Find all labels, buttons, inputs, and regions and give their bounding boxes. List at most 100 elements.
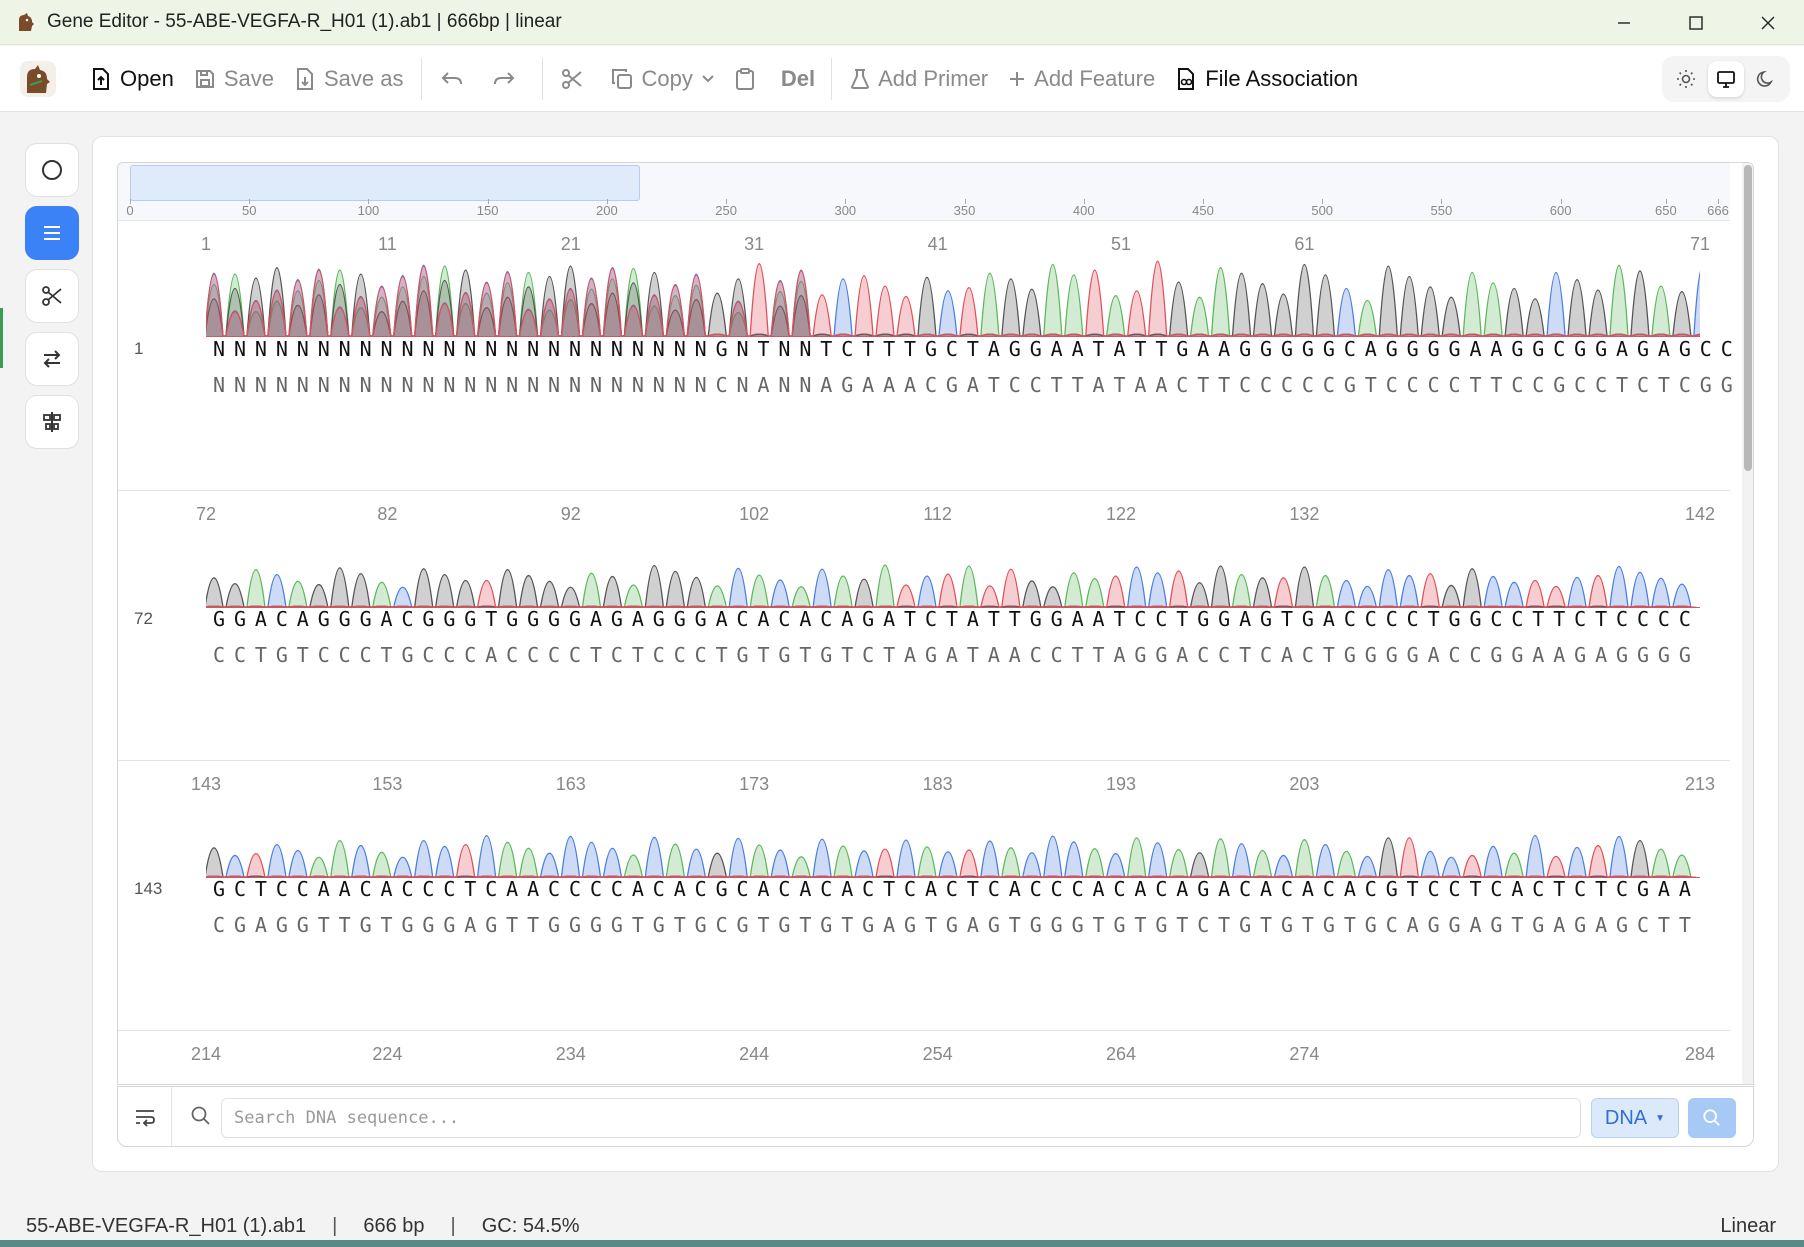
position-label: 234 <box>555 1044 586 1064</box>
close-icon <box>1761 16 1775 29</box>
position-label: 173 <box>739 774 770 794</box>
sequence-row[interactable]: 214 224 234 244 254 264 274 284 <box>118 1031 1730 1084</box>
position-label: 61 <box>1294 234 1315 254</box>
overview-tick-mark <box>1718 199 1719 204</box>
overview-tick-mark <box>1083 199 1085 204</box>
title-bar: Gene Editor - 55-ABE-VEGFA-R_H01 (1).ab1… <box>0 0 1804 45</box>
wrap-toggle-button[interactable] <box>118 1087 172 1146</box>
delete-button[interactable]: Del <box>773 66 823 92</box>
overview-viewport-window[interactable] <box>130 165 640 201</box>
undo-button[interactable] <box>430 57 482 101</box>
overview-tick-label: 250 <box>715 203 737 218</box>
position-label: 41 <box>927 234 948 254</box>
alignment-view-button[interactable] <box>25 332 79 386</box>
clipboard-icon <box>735 67 754 90</box>
taskbar-strip <box>0 1240 1804 1247</box>
app-logo-icon <box>19 13 34 31</box>
overview-tick-mark <box>1560 199 1562 204</box>
cut-button[interactable] <box>551 57 601 101</box>
close-button[interactable] <box>1732 0 1804 45</box>
sequence-type-label: DNA <box>1604 1106 1648 1129</box>
maximize-button[interactable] <box>1660 0 1732 45</box>
arrows-swap-icon <box>43 350 61 368</box>
position-label: 92 <box>560 504 581 524</box>
text-wrap-icon <box>135 1109 155 1127</box>
add-primer-button[interactable]: Add Primer <box>840 57 998 101</box>
position-label: 51 <box>1110 234 1132 254</box>
toolbar-divider <box>542 57 544 100</box>
sequence-viewer[interactable]: 0 50 100 150 200 250 300 350 400 450 500 550 600 650 6… <box>117 162 1754 1085</box>
vertical-scrollbar[interactable] <box>1742 163 1753 1084</box>
chromatogram-view-button[interactable] <box>25 395 79 449</box>
paste-button[interactable] <box>725 57 773 101</box>
system-theme-button[interactable] <box>1708 61 1744 97</box>
enzyme-view-button[interactable] <box>25 269 79 323</box>
search-icon <box>1703 1109 1720 1126</box>
overview-tick-label: 350 <box>953 203 976 218</box>
search-icon <box>191 1106 210 1125</box>
sequence-type-select[interactable]: DNA ▼ <box>1591 1098 1679 1138</box>
add-primer-label: Add Primer <box>878 65 989 91</box>
sequence-row[interactable]: 1 11 21 31 41 51 61 71 1 NNNNNNNNNNNNNNNNNNNNNNNN… <box>118 221 1733 491</box>
overview-tick-label: 500 <box>1311 203 1334 218</box>
forward-strand-sequence[interactable]: GGACAGGGACGGGTGGGGAGAGGGACACACAGATCTATTG… <box>213 607 1700 631</box>
copy-icon <box>612 68 633 89</box>
status-filename: 55-ABE-VEGFA-R_H01 (1).ab1 <box>26 1214 307 1237</box>
circle-icon <box>42 160 62 180</box>
overview-tick-label: 300 <box>834 203 857 218</box>
save-label: Save <box>223 65 274 91</box>
scrollbar-thumb[interactable] <box>1744 165 1752 471</box>
chevron-down-icon <box>702 74 714 82</box>
window-title: Gene Editor - 55-ABE-VEGFA-R_H01 (1).ab1… <box>47 11 562 32</box>
position-label: 102 <box>739 504 770 524</box>
row-start-index: 143 <box>134 879 163 898</box>
overview-tick-label: 200 <box>596 203 618 218</box>
save-as-button[interactable]: Save as <box>284 57 414 101</box>
position-label: 274 <box>1289 1044 1320 1064</box>
light-theme-button[interactable] <box>1668 61 1704 97</box>
sequence-row[interactable]: 143 153 163 173 183 193 203 213 143 GCTCCAACACCCT… <box>118 761 1730 1031</box>
position-label: 213 <box>1684 774 1716 794</box>
sequence-view-button[interactable] <box>25 206 79 260</box>
row-start-index: 72 <box>134 609 153 628</box>
overview-tick-mark <box>726 199 728 204</box>
position-label: 224 <box>372 1044 403 1064</box>
file-download-icon <box>296 67 313 90</box>
reverse-strand-sequence[interactable]: NNNNNNNNNNNNNNNNNNNNNNNNCNANNAGAAACGATCC… <box>213 373 1742 397</box>
lines-icon <box>44 226 60 240</box>
dna-search-input[interactable] <box>221 1098 1581 1138</box>
position-label: 21 <box>560 234 581 254</box>
plus-icon <box>1010 71 1025 86</box>
overview-tick-label: 650 <box>1654 203 1677 218</box>
search-submit-button[interactable] <box>1688 1098 1736 1138</box>
save-button[interactable]: Save <box>184 57 284 101</box>
position-label: 1 <box>200 234 212 254</box>
reverse-strand-sequence[interactable]: CGAGGTTGTGGGAGTTGGGGTGTGCGTGTGTGAGTGAGTG… <box>213 913 1700 937</box>
forward-strand-sequence[interactable]: GCTCCAACACCCTCAACCCCACACGCACACACTCACTCAC… <box>213 877 1700 901</box>
copy-button[interactable]: Copy <box>601 57 724 101</box>
redo-button[interactable] <box>482 57 534 101</box>
overview-tick-mark <box>1322 199 1324 204</box>
add-feature-button[interactable]: Add Feature <box>998 57 1165 101</box>
moon-icon <box>1756 70 1774 87</box>
reverse-strand-sequence[interactable]: CCTGTCCCTGCCCACCCCTCTCCCTGTGTGTCTAGATAAC… <box>213 643 1700 667</box>
sequence-row[interactable]: 72 82 92 102 112 122 132 142 72 GGACAGGGACGGGTGGG… <box>118 491 1730 761</box>
sun-icon <box>1677 70 1695 88</box>
position-label: 143 <box>190 774 222 794</box>
minimize-button[interactable] <box>1588 0 1660 45</box>
align-center-icon <box>43 412 61 432</box>
forward-strand-sequence[interactable]: NNNNNNNNNNNNNNNNNNNNNNNNGNTNNTCTTTGCTAGG… <box>213 337 1742 361</box>
status-topology: Linear <box>1720 1214 1776 1237</box>
open-button[interactable]: Open <box>80 57 184 101</box>
overview-tick-label: 550 <box>1430 203 1453 218</box>
status-gc-content: GC: 54.5% <box>481 1214 580 1237</box>
position-label: 82 <box>377 504 398 524</box>
overview-tick-label: 450 <box>1192 203 1214 218</box>
toolbar-divider <box>421 57 423 100</box>
view-sidebar <box>25 143 81 458</box>
dark-theme-button[interactable] <box>1748 61 1784 97</box>
overview-tick-mark <box>1665 199 1667 204</box>
sequence-overview-ruler[interactable]: 0 50 100 150 200 250 300 350 400 450 500 550 600 650 6… <box>118 163 1730 221</box>
circular-view-button[interactable] <box>25 143 79 197</box>
file-association-button[interactable]: File Association <box>1165 57 1368 101</box>
